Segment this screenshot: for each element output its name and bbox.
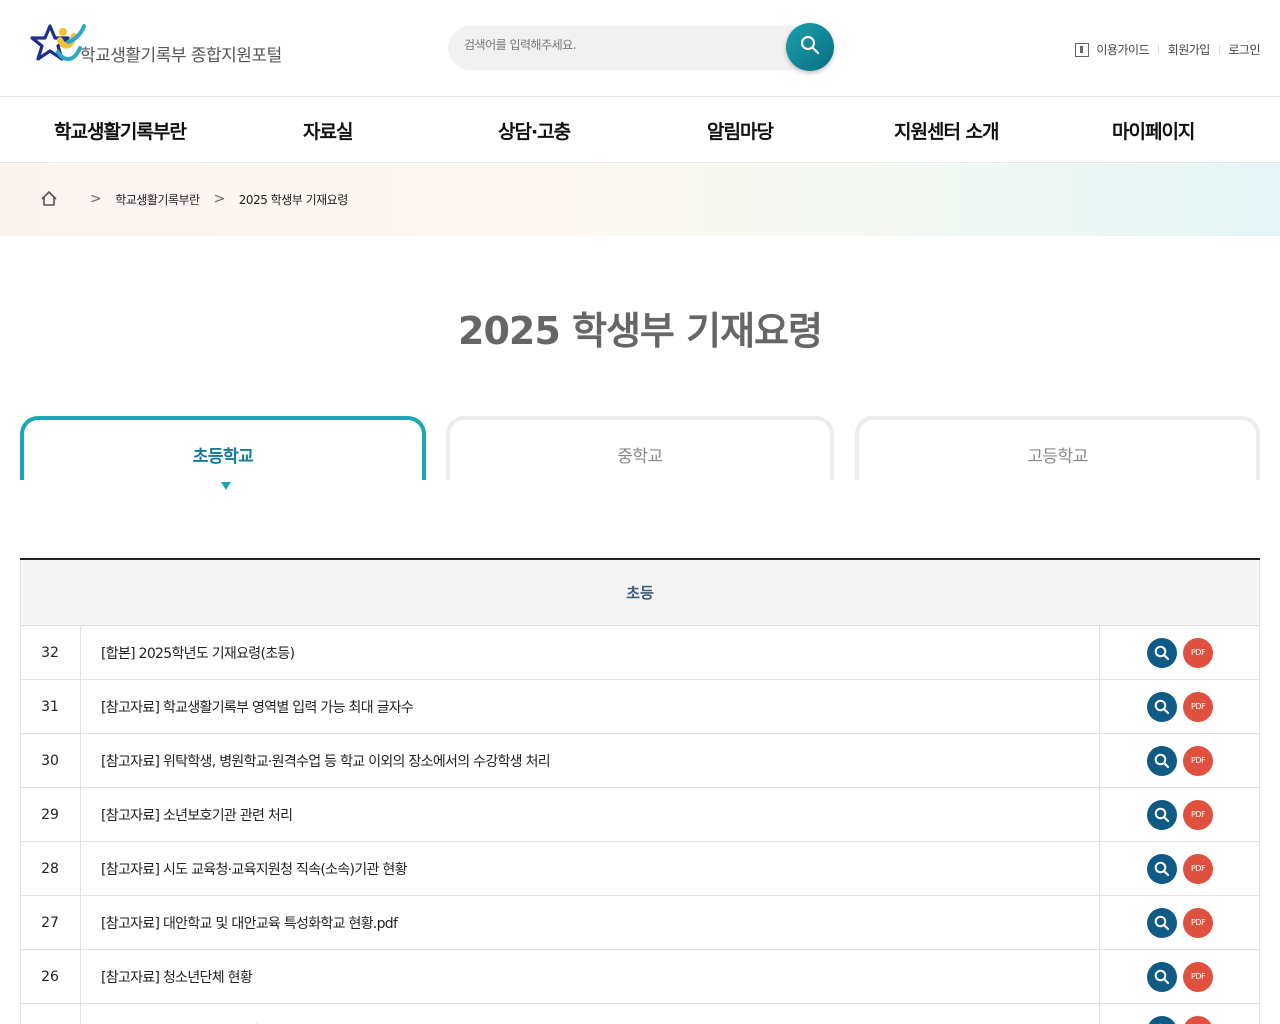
row-actions: PDF <box>1100 950 1260 1003</box>
site-title: 학교생활기록부 종합지원포털 <box>80 45 282 66</box>
site-logo[interactable]: 학교생활기록부 종합지원포털 <box>30 22 282 68</box>
row-number: 26 <box>20 950 81 1003</box>
pdf-download-button[interactable]: PDF <box>1183 691 1213 722</box>
row-title[interactable]: [합본] 2025학년도 기재요령(초등) <box>81 626 1100 679</box>
row-title[interactable]: [참고자료] 시도 교육청·교육지원청 직속(소속)기관 현황 <box>81 842 1100 895</box>
search-box <box>448 23 834 71</box>
gnb-item-counsel[interactable]: 상담·고충 <box>498 117 571 144</box>
star-logo-icon <box>30 22 86 68</box>
breadcrumb-band: > 학교생활기록부란 > 2025 학생부 기재요령 <box>0 164 1280 236</box>
magnifier-icon <box>1154 861 1170 876</box>
tab-high[interactable]: 고등학교 <box>855 416 1260 480</box>
preview-button[interactable] <box>1147 853 1177 884</box>
preview-button[interactable] <box>1147 637 1177 668</box>
row-number: 25 <box>20 1004 81 1024</box>
pdf-download-button[interactable]: PDF <box>1183 637 1213 668</box>
tab-label: 중학교 <box>617 447 663 467</box>
pdf-download-button[interactable]: PDF <box>1183 961 1213 992</box>
row-number: 27 <box>20 896 81 949</box>
table-row: 29 [참고자료] 소년보호기관 관련 처리 PDF <box>20 788 1260 842</box>
preview-button[interactable] <box>1147 907 1177 938</box>
breadcrumb-current: 2025 학생부 기재요령 <box>238 192 348 207</box>
row-actions: PDF <box>1100 896 1260 949</box>
tab-label: 고등학교 <box>1027 447 1088 467</box>
search-button[interactable] <box>786 23 834 71</box>
table-body: 32 [합본] 2025학년도 기재요령(초등) PDF 31 [참고자료] 학교생활기… <box>20 626 1260 1024</box>
page-title: 2025 학생부 기재요령 <box>458 309 823 353</box>
main-navigation: 학교생활기록부란 자료실 상담·고충 알림마당 지원센터 소개 마이페이지 <box>0 97 1280 163</box>
guide-icon <box>1075 42 1090 57</box>
table-row: 31 [참고자료] 학교생활기록부 영역별 입력 가능 최대 글자수 PDF <box>20 680 1260 734</box>
tab-middle[interactable]: 중학교 <box>446 416 834 480</box>
table-section-label: 초등 <box>626 584 654 602</box>
breadcrumb: > 학교생활기록부란 > 2025 학생부 기재요령 <box>40 190 348 208</box>
magnifier-icon <box>1154 915 1170 930</box>
row-number: 30 <box>20 734 81 787</box>
row-title[interactable]: [참고자료] 청소년단체 현황 <box>81 950 1100 1003</box>
row-actions: PDF <box>1100 734 1260 787</box>
chevron-right-icon: > <box>213 191 226 207</box>
row-number: 28 <box>20 842 81 895</box>
breadcrumb-item[interactable]: 학교생활기록부란 <box>115 191 200 208</box>
login-link[interactable]: 로그인 <box>1228 41 1260 58</box>
row-number: 32 <box>20 626 81 679</box>
document-table: 초등 32 [합본] 2025학년도 기재요령(초등) PDF 31 [참고자료] 학교… <box>20 558 1260 1024</box>
search-input[interactable] <box>464 38 774 52</box>
row-actions: PDF <box>1100 842 1260 895</box>
pdf-download-button[interactable]: PDF <box>1183 1015 1213 1024</box>
preview-button[interactable] <box>1147 745 1177 776</box>
magnifier-icon <box>1154 969 1170 984</box>
magnifier-icon <box>1154 645 1170 660</box>
row-number: 29 <box>20 788 81 841</box>
table-row: 25[참고자료] 재외한국학교 현황 PDF <box>20 1004 1260 1024</box>
row-title[interactable]: [참고자료] 학교생활기록부 영역별 입력 가능 최대 글자수 <box>81 680 1100 733</box>
row-actions: PDF <box>1100 788 1260 841</box>
gnb-item-about[interactable]: 지원센터 소개 <box>894 117 999 144</box>
gnb-item-mypage[interactable]: 마이페이지 <box>1112 117 1195 144</box>
row-actions: PDF <box>1100 1004 1260 1024</box>
chevron-right-icon: > <box>90 191 102 207</box>
row-actions: PDF <box>1100 626 1260 679</box>
guide-link[interactable]: 이용가이드 <box>1096 41 1149 58</box>
tab-label: 초등학교 <box>192 447 254 467</box>
preview-button[interactable] <box>1147 691 1177 722</box>
magnifier-icon <box>1154 807 1170 822</box>
row-title[interactable]: [참고자료] 위탁학생, 병원학교·원격수업 등 학교 이외의 장소에서의 수강… <box>81 734 1100 787</box>
row-actions: PDF <box>1100 680 1260 733</box>
table-row: 26 [참고자료] 청소년단체 현황 PDF <box>20 950 1260 1004</box>
preview-button[interactable] <box>1147 961 1177 992</box>
gnb-item-record[interactable]: 학교생활기록부란 <box>54 117 187 144</box>
divider: | <box>1217 44 1221 55</box>
home-icon[interactable] <box>40 190 58 208</box>
row-title[interactable]: [참고자료] 대안학교 및 대안교육 특성화학교 현황.pdf <box>81 896 1100 949</box>
pdf-download-button[interactable]: PDF <box>1183 853 1213 884</box>
magnifier-icon <box>1154 753 1170 768</box>
row-number: 31 <box>20 680 81 733</box>
preview-button[interactable] <box>1147 1015 1177 1024</box>
table-header: 초등 <box>20 560 1260 626</box>
site-header: 학교생활기록부 종합지원포털 이용가이드 | 회원가입 | 로그인 <box>0 0 1280 97</box>
preview-button[interactable] <box>1147 799 1177 830</box>
magnifier-icon <box>1154 699 1170 714</box>
gnb-item-notice[interactable]: 알림마당 <box>707 117 774 144</box>
pdf-download-button[interactable]: PDF <box>1183 745 1213 776</box>
table-row: 27 [참고자료] 대안학교 및 대안교육 특성화학교 현황.pdf PDF <box>20 896 1260 950</box>
table-row: 32 [합본] 2025학년도 기재요령(초등) PDF <box>20 626 1260 680</box>
table-row: 30 [참고자료] 위탁학생, 병원학교·원격수업 등 학교 이외의 장소에서의 … <box>20 734 1260 788</box>
tab-elementary[interactable]: 초등학교 <box>20 416 426 490</box>
search-icon <box>800 35 820 59</box>
row-title[interactable]: [참고자료] 소년보호기관 관련 처리 <box>81 788 1100 841</box>
pdf-download-button[interactable]: PDF <box>1183 907 1213 938</box>
join-link[interactable]: 회원가입 <box>1168 41 1211 58</box>
gnb-item-library[interactable]: 자료실 <box>303 117 353 144</box>
row-title[interactable]: [참고자료] 재외한국학교 현황 <box>81 1004 1100 1024</box>
divider: | <box>1157 44 1160 55</box>
pdf-download-button[interactable]: PDF <box>1183 799 1213 830</box>
table-row: 28 [참고자료] 시도 교육청·교육지원청 직속(소속)기관 현황 PDF <box>20 842 1260 896</box>
utility-links: 이용가이드 | 회원가입 | 로그인 <box>1075 41 1260 58</box>
tab-active-indicator-icon <box>221 482 231 490</box>
